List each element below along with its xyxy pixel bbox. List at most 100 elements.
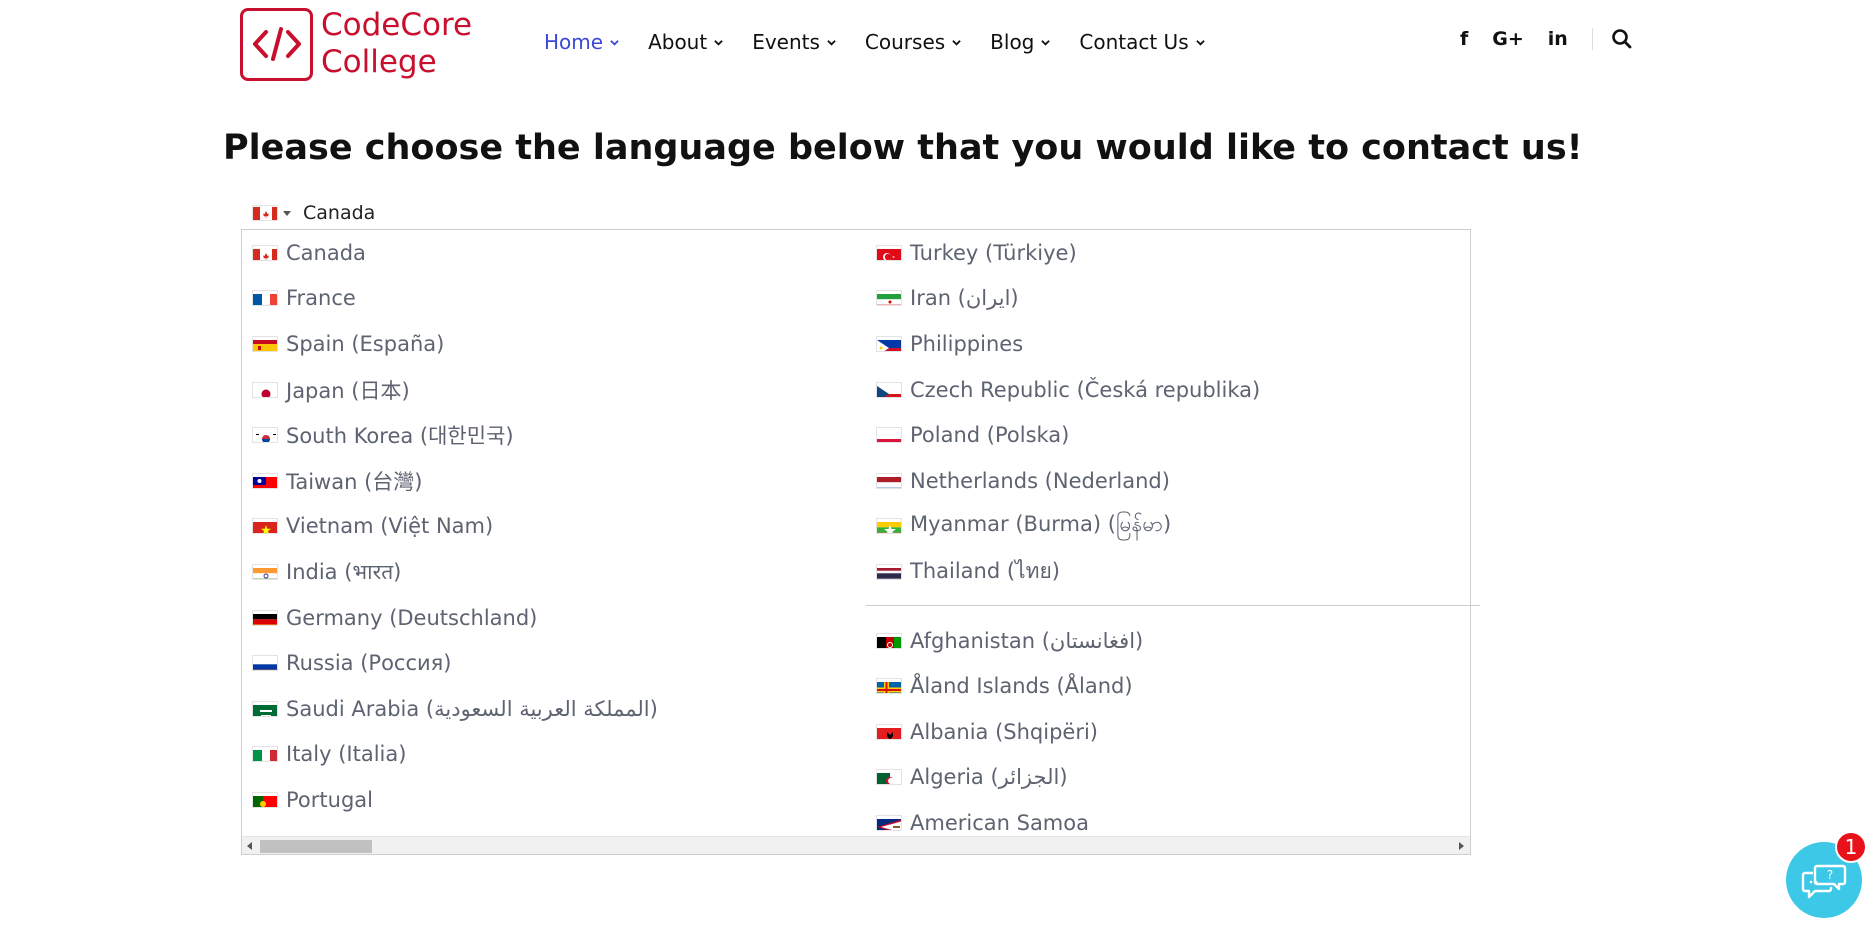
canada-flag-icon xyxy=(252,244,278,261)
page-title: Please choose the language below that yo… xyxy=(223,128,1583,168)
logo-text: CodeCore College xyxy=(321,7,472,81)
country-option[interactable]: Germany (Deutschland) xyxy=(252,595,862,641)
preferred-divider xyxy=(866,604,1480,606)
russia-flag-icon xyxy=(252,655,278,672)
country-label: Myanmar (Burma) (မြန်မာ) xyxy=(910,511,1172,536)
facebook-icon[interactable]: f xyxy=(1460,28,1468,50)
country-option[interactable]: Algeria (الجزائر) xyxy=(876,755,1470,801)
country-label: Poland (Polska) xyxy=(910,423,1070,448)
country-label: Afghanistan (افغانستان) xyxy=(910,628,1144,653)
notification-badge: 1 xyxy=(1835,831,1867,863)
country-option[interactable]: Italy (Italia) xyxy=(252,732,862,778)
google-plus-icon[interactable]: G+ xyxy=(1492,28,1524,50)
country-label: Russia (Россия) xyxy=(286,651,452,676)
italy-flag-icon xyxy=(252,746,278,763)
country-option[interactable]: Vietnam (Việt Nam) xyxy=(252,504,862,550)
country-label: Åland Islands (Åland) xyxy=(910,674,1133,699)
country-option[interactable]: South Korea (대한민국) xyxy=(252,412,862,458)
logo[interactable]: CodeCore College xyxy=(240,7,472,81)
chevron-down-icon xyxy=(952,39,961,46)
nav-contact[interactable]: Contact Us xyxy=(1079,30,1205,54)
chevron-down-icon xyxy=(714,39,723,46)
france-flag-icon xyxy=(252,290,278,307)
country-option[interactable]: Netherlands (Nederland) xyxy=(876,458,1470,504)
country-option[interactable]: Afghanistan (افغانستان) xyxy=(876,618,1470,664)
country-option[interactable]: Poland (Polska) xyxy=(876,412,1470,458)
nav-contact-label: Contact Us xyxy=(1079,30,1189,54)
japan-flag-icon xyxy=(252,381,278,398)
country-option[interactable]: Taiwan (台灣) xyxy=(252,458,862,504)
country-label: Japan (日本) xyxy=(286,378,410,403)
country-label: Vietnam (Việt Nam) xyxy=(286,514,494,539)
country-option[interactable]: Czech Republic (Česká republika) xyxy=(876,367,1470,413)
country-label: Albania (Shqipëri) xyxy=(910,719,1098,744)
country-option[interactable]: Portugal xyxy=(252,777,862,823)
social-links: f G+ in xyxy=(1460,28,1633,50)
site-header: CodeCore College Home About Events Cours… xyxy=(0,0,1876,90)
country-label: Czech Republic (Česká republika) xyxy=(910,377,1261,402)
country-option[interactable]: Saudi Arabia (المملكة العربية السعودية) xyxy=(252,686,862,732)
iran-flag-icon xyxy=(876,290,902,307)
divider xyxy=(1591,28,1593,50)
country-list-left: Canada France Spain (España) Japan (日本) … xyxy=(252,230,862,823)
country-option[interactable]: Spain (España) xyxy=(252,321,862,367)
country-select[interactable]: Canada xyxy=(252,202,375,224)
country-option[interactable]: Russia (Россия) xyxy=(252,640,862,686)
country-list-right: Turkey (Türkiye) Iran (ایران) Philippine… xyxy=(866,230,1480,846)
india-flag-icon xyxy=(252,563,278,580)
netherlands-flag-icon xyxy=(876,472,902,489)
myanmar-flag-icon xyxy=(876,518,902,535)
taiwan-flag-icon xyxy=(252,472,278,489)
search-icon[interactable] xyxy=(1611,28,1633,50)
country-option[interactable]: Iran (ایران) xyxy=(876,276,1470,322)
country-option[interactable]: Thailand (ไทย) xyxy=(876,549,1470,595)
scrollbar-thumb[interactable] xyxy=(260,840,372,853)
nav-events[interactable]: Events xyxy=(752,30,836,54)
country-option[interactable]: Albania (Shqipëri) xyxy=(876,709,1470,755)
germany-flag-icon xyxy=(252,609,278,626)
logo-line-2: College xyxy=(321,44,437,80)
country-label: Turkey (Türkiye) xyxy=(910,240,1077,265)
nav-blog[interactable]: Blog xyxy=(990,30,1051,54)
horizontal-scrollbar[interactable] xyxy=(242,836,1470,854)
albania-flag-icon xyxy=(876,723,902,740)
main-nav: Home About Events Courses Blog Contact U… xyxy=(544,30,1234,54)
nav-courses[interactable]: Courses xyxy=(865,30,961,54)
chat-bubbles-icon: ? xyxy=(1801,864,1847,899)
scroll-left-arrow-icon[interactable] xyxy=(247,842,252,850)
country-label: Philippines xyxy=(910,331,1024,356)
logo-line-1: CodeCore xyxy=(321,7,473,43)
country-option[interactable]: Åland Islands (Åland) xyxy=(876,663,1470,709)
aland-islands-flag-icon xyxy=(876,678,902,695)
american-samoa-flag-icon xyxy=(876,814,902,831)
country-label: American Samoa xyxy=(910,810,1089,835)
country-option[interactable]: Philippines xyxy=(876,321,1470,367)
spain-flag-icon xyxy=(252,335,278,352)
nav-home[interactable]: Home xyxy=(544,30,619,54)
scroll-right-arrow-icon[interactable] xyxy=(1459,842,1464,850)
country-label: Saudi Arabia (المملكة العربية السعودية) xyxy=(286,696,658,721)
country-option[interactable]: Myanmar (Burma) (မြန်မာ) xyxy=(876,504,1470,550)
poland-flag-icon xyxy=(876,427,902,444)
country-option[interactable]: Turkey (Türkiye) xyxy=(876,230,1470,276)
country-label: Germany (Deutschland) xyxy=(286,605,538,630)
nav-about[interactable]: About xyxy=(648,30,723,54)
chevron-down-icon xyxy=(827,39,836,46)
caret-down-icon xyxy=(283,210,291,216)
country-label: Taiwan (台灣) xyxy=(286,469,423,494)
chevron-down-icon xyxy=(1195,39,1205,46)
country-label: Portugal xyxy=(286,787,373,812)
country-option[interactable]: India (भारत) xyxy=(252,549,862,595)
canada-flag-icon xyxy=(252,205,278,221)
country-option[interactable]: France xyxy=(252,276,862,322)
country-label: South Korea (대한민국) xyxy=(286,424,514,449)
nav-home-label: Home xyxy=(544,30,604,54)
country-option[interactable]: Canada xyxy=(252,230,862,276)
country-label: Spain (España) xyxy=(286,331,445,356)
country-option[interactable]: Japan (日本) xyxy=(252,367,862,413)
code-brackets-icon xyxy=(240,7,313,81)
nav-courses-label: Courses xyxy=(864,30,946,54)
country-dropdown[interactable]: Canada France Spain (España) Japan (日本) … xyxy=(241,229,1480,855)
nav-about-label: About xyxy=(648,30,708,54)
linkedin-icon[interactable]: in xyxy=(1548,28,1568,50)
